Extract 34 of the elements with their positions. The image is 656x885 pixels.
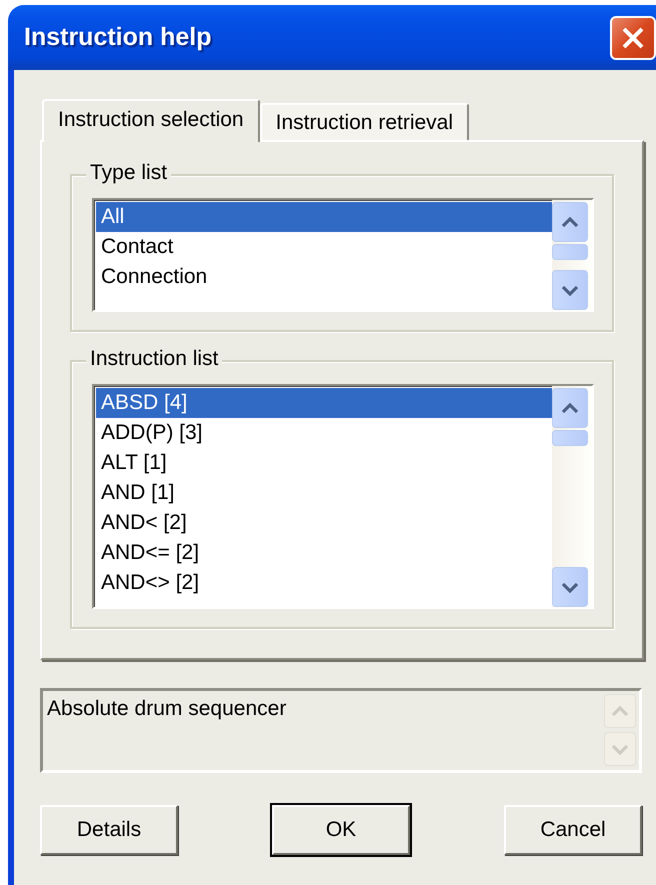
- scrollbar[interactable]: [552, 386, 592, 607]
- tab[interactable]: Instruction selection: [42, 99, 260, 142]
- list-item[interactable]: AND<> [2]: [96, 568, 552, 598]
- window-title: Instruction help: [23, 23, 212, 52]
- list-item[interactable]: Contact: [96, 232, 552, 262]
- group-label: Type list: [86, 161, 172, 185]
- scrollbar-thumb[interactable]: [552, 244, 588, 260]
- list-item[interactable]: AND<= [2]: [96, 538, 552, 568]
- list-item[interactable]: ALT [1]: [96, 448, 552, 478]
- chevron-up-icon: [561, 402, 579, 414]
- list-item[interactable]: Connection: [96, 262, 552, 292]
- list-item[interactable]: ADD(P) [3]: [96, 418, 552, 448]
- description-text: Absolute drum sequencer: [46, 696, 288, 722]
- close-icon: [620, 24, 646, 50]
- list-item[interactable]: All: [96, 202, 552, 232]
- chevron-up-icon: [611, 705, 629, 717]
- list-item[interactable]: AND [1]: [96, 478, 552, 508]
- chevron-down-icon: [611, 743, 629, 755]
- list-item[interactable]: ABSD [4]: [96, 388, 552, 418]
- tab[interactable]: Instruction retrieval: [260, 103, 470, 140]
- dialog-button[interactable]: Details: [40, 805, 178, 855]
- list-item[interactable]: AND< [2]: [96, 508, 552, 538]
- scrollbar[interactable]: [552, 200, 592, 310]
- scroll-up-button[interactable]: [552, 202, 588, 242]
- close-button[interactable]: [610, 16, 656, 60]
- chevron-down-icon: [561, 581, 579, 593]
- chevron-down-icon: [561, 284, 579, 296]
- dialog-button[interactable]: Cancel: [504, 805, 642, 855]
- scrollbar-thumb[interactable]: [552, 430, 588, 446]
- scroll-down-button[interactable]: [552, 567, 588, 607]
- scroll-down-button[interactable]: [552, 270, 588, 310]
- dialog-button[interactable]: OK: [272, 805, 410, 855]
- scroll-up-button[interactable]: [552, 388, 588, 428]
- chevron-up-icon: [561, 216, 579, 228]
